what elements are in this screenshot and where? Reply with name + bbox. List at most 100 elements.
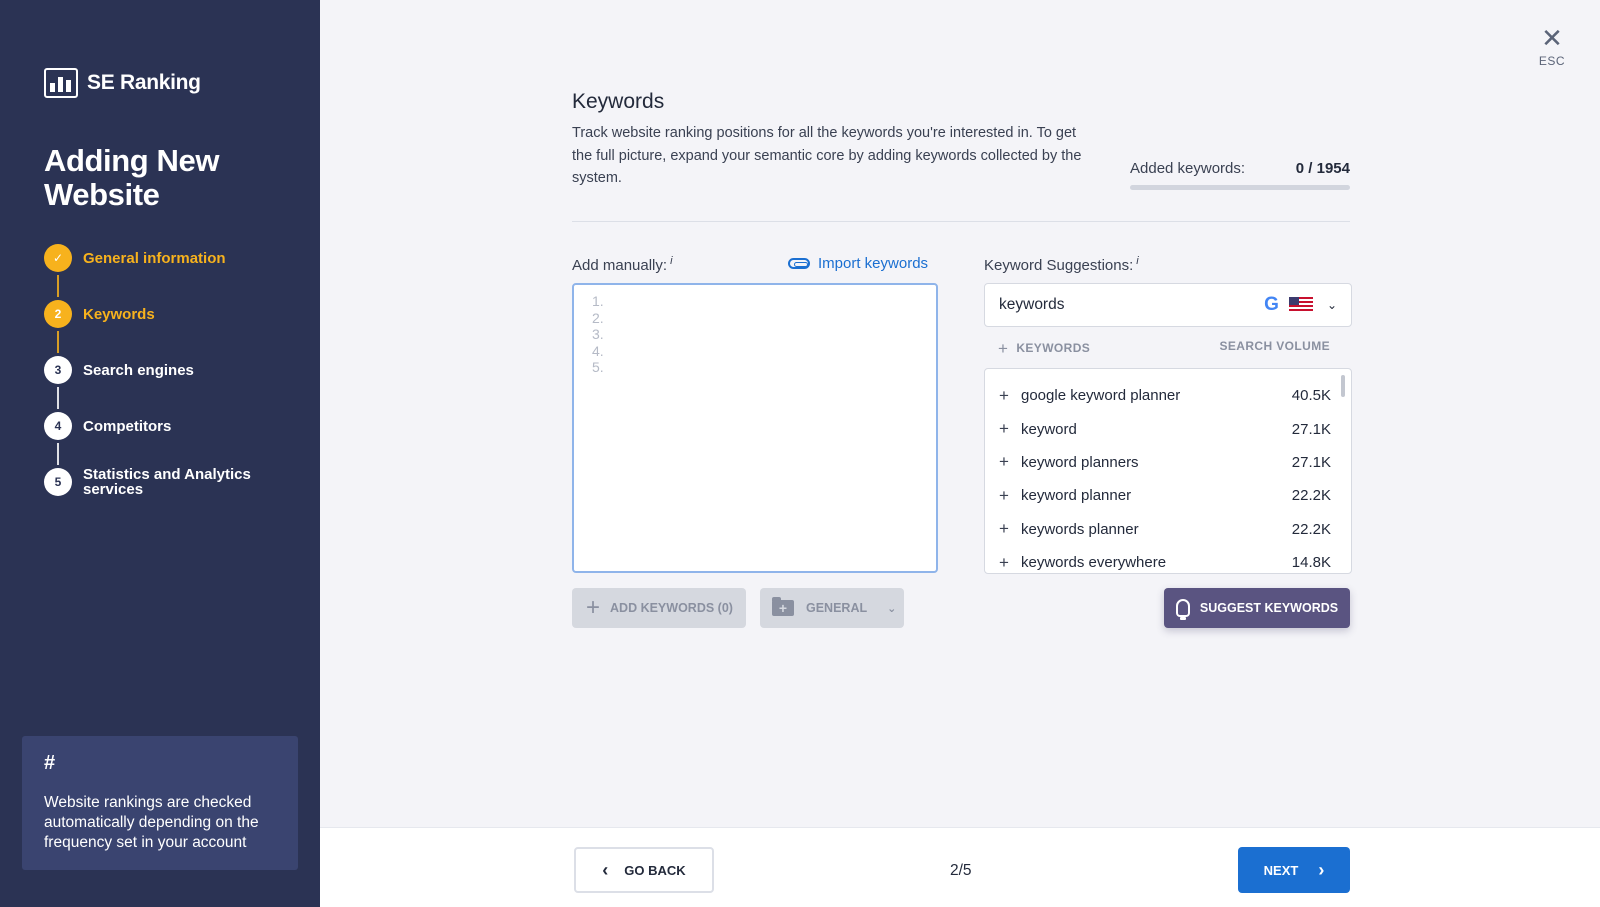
suggestions-scrollbar[interactable] bbox=[1341, 375, 1345, 397]
chevron-left-icon: ‹ bbox=[602, 860, 609, 880]
next-label: NEXT bbox=[1263, 862, 1299, 878]
line-number: 5. bbox=[592, 359, 604, 375]
step-general-information[interactable]: ✓ General information bbox=[44, 244, 251, 297]
suggestion-item[interactable]: + keywords everywhere 14.8K bbox=[999, 546, 1331, 573]
added-keywords-count: 0 / 1954 bbox=[1295, 160, 1350, 177]
step-label: Competitors bbox=[83, 417, 172, 435]
plus-icon[interactable]: + bbox=[999, 553, 1021, 573]
step-label: General information bbox=[83, 249, 226, 267]
chevron-down-icon[interactable]: ⌄ bbox=[1327, 298, 1337, 312]
info-icon[interactable]: i bbox=[1136, 255, 1138, 267]
plus-icon[interactable]: + bbox=[999, 419, 1021, 439]
suggestions-header: + KEYWORDS SEARCH VOLUME bbox=[998, 339, 1330, 359]
wizard-title-line1: Adding New bbox=[44, 143, 220, 178]
info-icon[interactable]: i bbox=[670, 255, 672, 267]
plus-icon[interactable]: + bbox=[999, 519, 1021, 539]
next-button[interactable]: NEXT › bbox=[1238, 847, 1350, 893]
suggestion-keyword: keyword bbox=[1021, 420, 1077, 438]
line-number: 4. bbox=[592, 342, 604, 359]
google-icon[interactable]: G bbox=[1264, 294, 1279, 316]
suggestion-search-field[interactable]: G ⌄ bbox=[984, 283, 1352, 327]
step-label: Statistics and Analytics services bbox=[83, 467, 251, 497]
step-number: 4 bbox=[44, 412, 72, 440]
step-connector bbox=[57, 275, 59, 297]
tip-card: # Website rankings are checked automatic… bbox=[22, 736, 298, 870]
import-keywords-label: Import keywords bbox=[818, 255, 929, 272]
suggestion-keyword: keyword planner bbox=[1021, 487, 1132, 505]
wizard-sidebar: SE Ranking Adding New Website ✓ General … bbox=[0, 0, 320, 907]
suggest-keywords-button[interactable]: SUGGEST KEYWORDS bbox=[1164, 588, 1350, 628]
esc-label: ESC bbox=[1538, 54, 1566, 68]
suggestions-list[interactable]: + google keyword planner 40.5K + keyword… bbox=[984, 368, 1352, 574]
step-indicator: 2/5 bbox=[950, 862, 972, 879]
section-divider bbox=[572, 221, 1350, 222]
step-label: Search engines bbox=[83, 361, 194, 379]
page-title: Keywords bbox=[572, 90, 665, 113]
suggestion-item[interactable]: + google keyword planner 40.5K bbox=[999, 379, 1331, 412]
close-icon: ✕ bbox=[1541, 23, 1563, 53]
suggestion-volume: 14.8K bbox=[1291, 554, 1331, 572]
suggestion-volume: 22.2K bbox=[1291, 487, 1331, 505]
line-number: 2. bbox=[592, 309, 604, 326]
suggestion-search-input[interactable] bbox=[999, 296, 1265, 314]
logo-icon bbox=[44, 68, 78, 98]
go-back-button[interactable]: ‹ GO BACK bbox=[574, 847, 714, 893]
step-connector bbox=[57, 387, 59, 409]
added-keywords-counter: Added keywords: 0 / 1954 bbox=[1130, 160, 1350, 190]
plus-icon[interactable]: + bbox=[999, 486, 1021, 506]
step-label-line2: services bbox=[83, 481, 144, 498]
search-volume-column-header: SEARCH VOLUME bbox=[1219, 339, 1330, 353]
step-number: 3 bbox=[44, 356, 72, 384]
suggestion-item[interactable]: + keyword 27.1K bbox=[999, 412, 1331, 445]
check-icon: ✓ bbox=[44, 244, 72, 272]
suggestion-keyword: keywords planner bbox=[1021, 520, 1139, 538]
go-back-label: GO BACK bbox=[624, 862, 686, 878]
step-keywords[interactable]: 2 Keywords bbox=[44, 300, 251, 353]
step-number: 5 bbox=[44, 468, 72, 496]
wizard-title-line2: Website bbox=[44, 177, 160, 212]
logo-text: SE Ranking bbox=[87, 71, 201, 94]
keywords-column-header: KEYWORDS bbox=[1016, 341, 1091, 355]
suggestion-volume: 40.5K bbox=[1291, 387, 1331, 405]
step-statistics-analytics[interactable]: 5 Statistics and Analytics services bbox=[44, 467, 251, 497]
chevron-right-icon: › bbox=[1318, 860, 1325, 880]
keyword-group-label: GENERAL bbox=[806, 601, 868, 615]
add-keywords-label: ADD KEYWORDS (0) bbox=[610, 601, 733, 615]
add-all-keywords-header[interactable]: + KEYWORDS bbox=[998, 339, 1090, 359]
folder-plus-icon: + bbox=[772, 597, 794, 616]
keyword-group-select[interactable]: + GENERAL ⌄ bbox=[760, 588, 904, 628]
suggestion-keyword: google keyword planner bbox=[1021, 387, 1181, 405]
plus-icon[interactable]: + bbox=[999, 386, 1021, 406]
suggestion-volume: 22.2K bbox=[1291, 520, 1331, 538]
step-connector bbox=[57, 331, 59, 353]
import-keywords-link[interactable]: Import keywords bbox=[788, 255, 928, 272]
suggestion-item[interactable]: + keyword planner 22.2K bbox=[999, 479, 1331, 512]
step-label-line1: Statistics and Analytics bbox=[83, 466, 251, 483]
suggestion-volume: 27.1K bbox=[1291, 453, 1331, 471]
suggestion-item[interactable]: + keywords planner 22.2K bbox=[999, 513, 1331, 546]
line-number: 3. bbox=[592, 326, 604, 342]
keyword-suggestions-label: Keyword Suggestions: i bbox=[984, 255, 1139, 274]
step-number: 2 bbox=[44, 300, 72, 328]
plus-icon[interactable]: + bbox=[999, 452, 1021, 472]
app-logo: SE Ranking bbox=[44, 68, 201, 98]
suggestion-item[interactable]: + keyword planners 27.1K bbox=[999, 446, 1331, 479]
added-keywords-label: Added keywords: bbox=[1130, 160, 1246, 177]
add-manually-text: Add manually: bbox=[572, 257, 668, 274]
suggestion-keyword: keywords everywhere bbox=[1021, 554, 1167, 572]
plus-icon: + bbox=[586, 594, 601, 621]
step-connector bbox=[57, 443, 59, 465]
suggest-keywords-label: SUGGEST KEYWORDS bbox=[1199, 601, 1339, 615]
line-number: 1. bbox=[592, 293, 604, 309]
chevron-down-icon: ⌄ bbox=[887, 602, 897, 615]
keyword-suggestions-text: Keyword Suggestions: bbox=[984, 257, 1134, 274]
us-flag-icon[interactable] bbox=[1288, 297, 1313, 313]
step-search-engines[interactable]: 3 Search engines bbox=[44, 356, 251, 409]
close-button[interactable]: ✕ ESC bbox=[1534, 23, 1570, 68]
add-keywords-button[interactable]: + ADD KEYWORDS (0) bbox=[572, 588, 746, 628]
plus-icon: + bbox=[998, 339, 1009, 358]
manual-keywords-textarea[interactable]: 1. 2. 3. 4. 5. bbox=[572, 283, 938, 573]
step-competitors[interactable]: 4 Competitors bbox=[44, 412, 251, 465]
page-description: Track website ranking positions for all … bbox=[572, 125, 1082, 186]
suggestion-keyword: keyword planners bbox=[1021, 453, 1139, 471]
